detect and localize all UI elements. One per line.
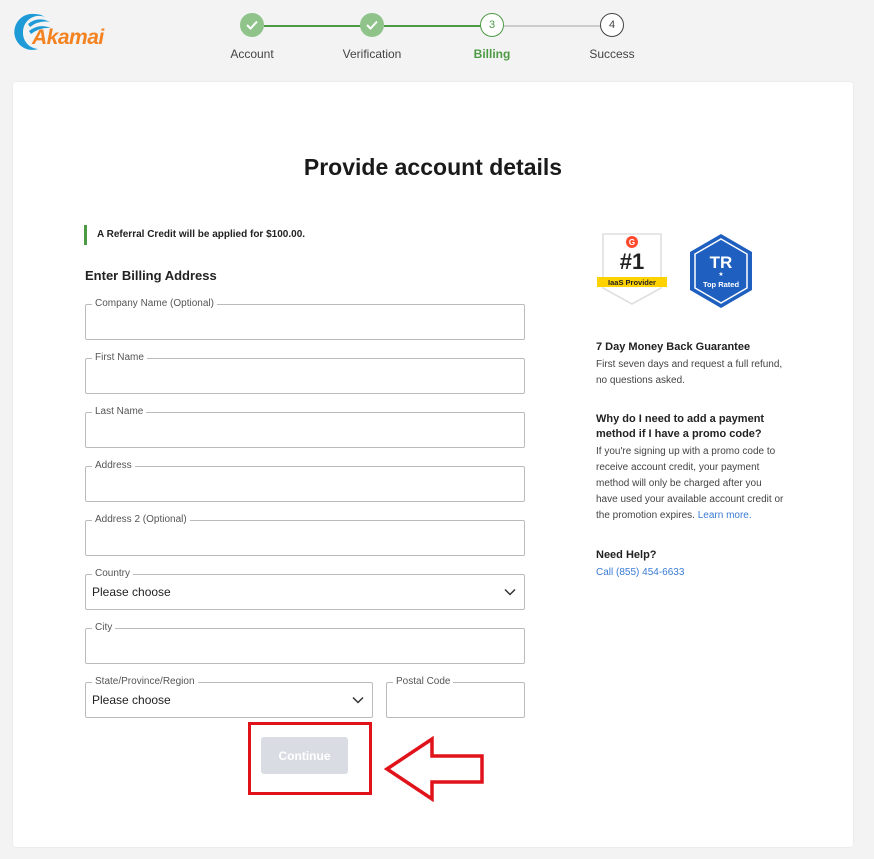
check-icon xyxy=(240,13,264,37)
guarantee-text: First seven days and request a full refu… xyxy=(596,359,783,386)
company-name-field[interactable]: Company Name (Optional) xyxy=(85,297,525,340)
top-rated-badge-icon: TR ★ Top Rated xyxy=(690,234,752,308)
help-section: Need Help? Call (855) 454-6633 xyxy=(596,548,796,581)
step-number: 3 xyxy=(480,13,504,37)
billing-heading: Enter Billing Address xyxy=(85,268,217,283)
address-field[interactable]: Address xyxy=(85,459,525,502)
arrow-left-icon xyxy=(384,736,484,802)
address2-field[interactable]: Address 2 (Optional) xyxy=(85,513,525,556)
chevron-down-icon xyxy=(504,588,516,596)
g2-award-badge-icon: G #1 IaaS Provider xyxy=(597,233,667,305)
promo-title: Why do I need to add a payment method if… xyxy=(596,413,765,440)
phone-link[interactable]: Call (855) 454-6633 xyxy=(596,565,796,581)
last-name-field[interactable]: Last Name xyxy=(85,405,525,448)
city-field[interactable]: City xyxy=(85,621,525,664)
help-title: Need Help? xyxy=(596,549,657,561)
svg-text:Top Rated: Top Rated xyxy=(703,280,740,289)
first-name-field[interactable]: First Name xyxy=(85,351,525,394)
step-verification: Verification xyxy=(312,13,432,61)
chevron-down-icon xyxy=(352,696,364,704)
page-title: Provide account details xyxy=(303,154,563,180)
svg-text:#1: #1 xyxy=(620,249,644,274)
svg-text:IaaS Provider: IaaS Provider xyxy=(608,278,656,287)
postal-code-field[interactable]: Postal Code xyxy=(386,675,525,718)
svg-text:★: ★ xyxy=(718,271,723,278)
guarantee-section: 7 Day Money Back Guarantee First seven d… xyxy=(596,340,796,389)
step-billing: 3 Billing xyxy=(432,13,552,61)
svg-text:TR: TR xyxy=(710,253,733,272)
check-icon xyxy=(360,13,384,37)
progress-stepper: Account Verification 3 Billing 4 Success xyxy=(0,0,874,70)
learn-more-link[interactable]: Learn more. xyxy=(698,510,752,521)
guarantee-title: 7 Day Money Back Guarantee xyxy=(596,341,751,353)
highlight-box xyxy=(248,722,372,795)
promo-faq-section: Why do I need to add a payment method if… xyxy=(596,412,786,524)
step-account: Account xyxy=(192,13,312,61)
country-select[interactable]: Country Please choose xyxy=(85,567,525,610)
promo-text: If you're signing up with a promo code t… xyxy=(596,446,784,521)
state-select[interactable]: State/Province/Region Please choose xyxy=(85,675,373,718)
account-details-card: Provide account details A Referral Credi… xyxy=(13,82,853,847)
svg-text:G: G xyxy=(629,238,635,247)
step-success: 4 Success xyxy=(552,13,672,61)
step-number: 4 xyxy=(600,13,624,37)
referral-credit-note: A Referral Credit will be applied for $1… xyxy=(84,225,305,245)
